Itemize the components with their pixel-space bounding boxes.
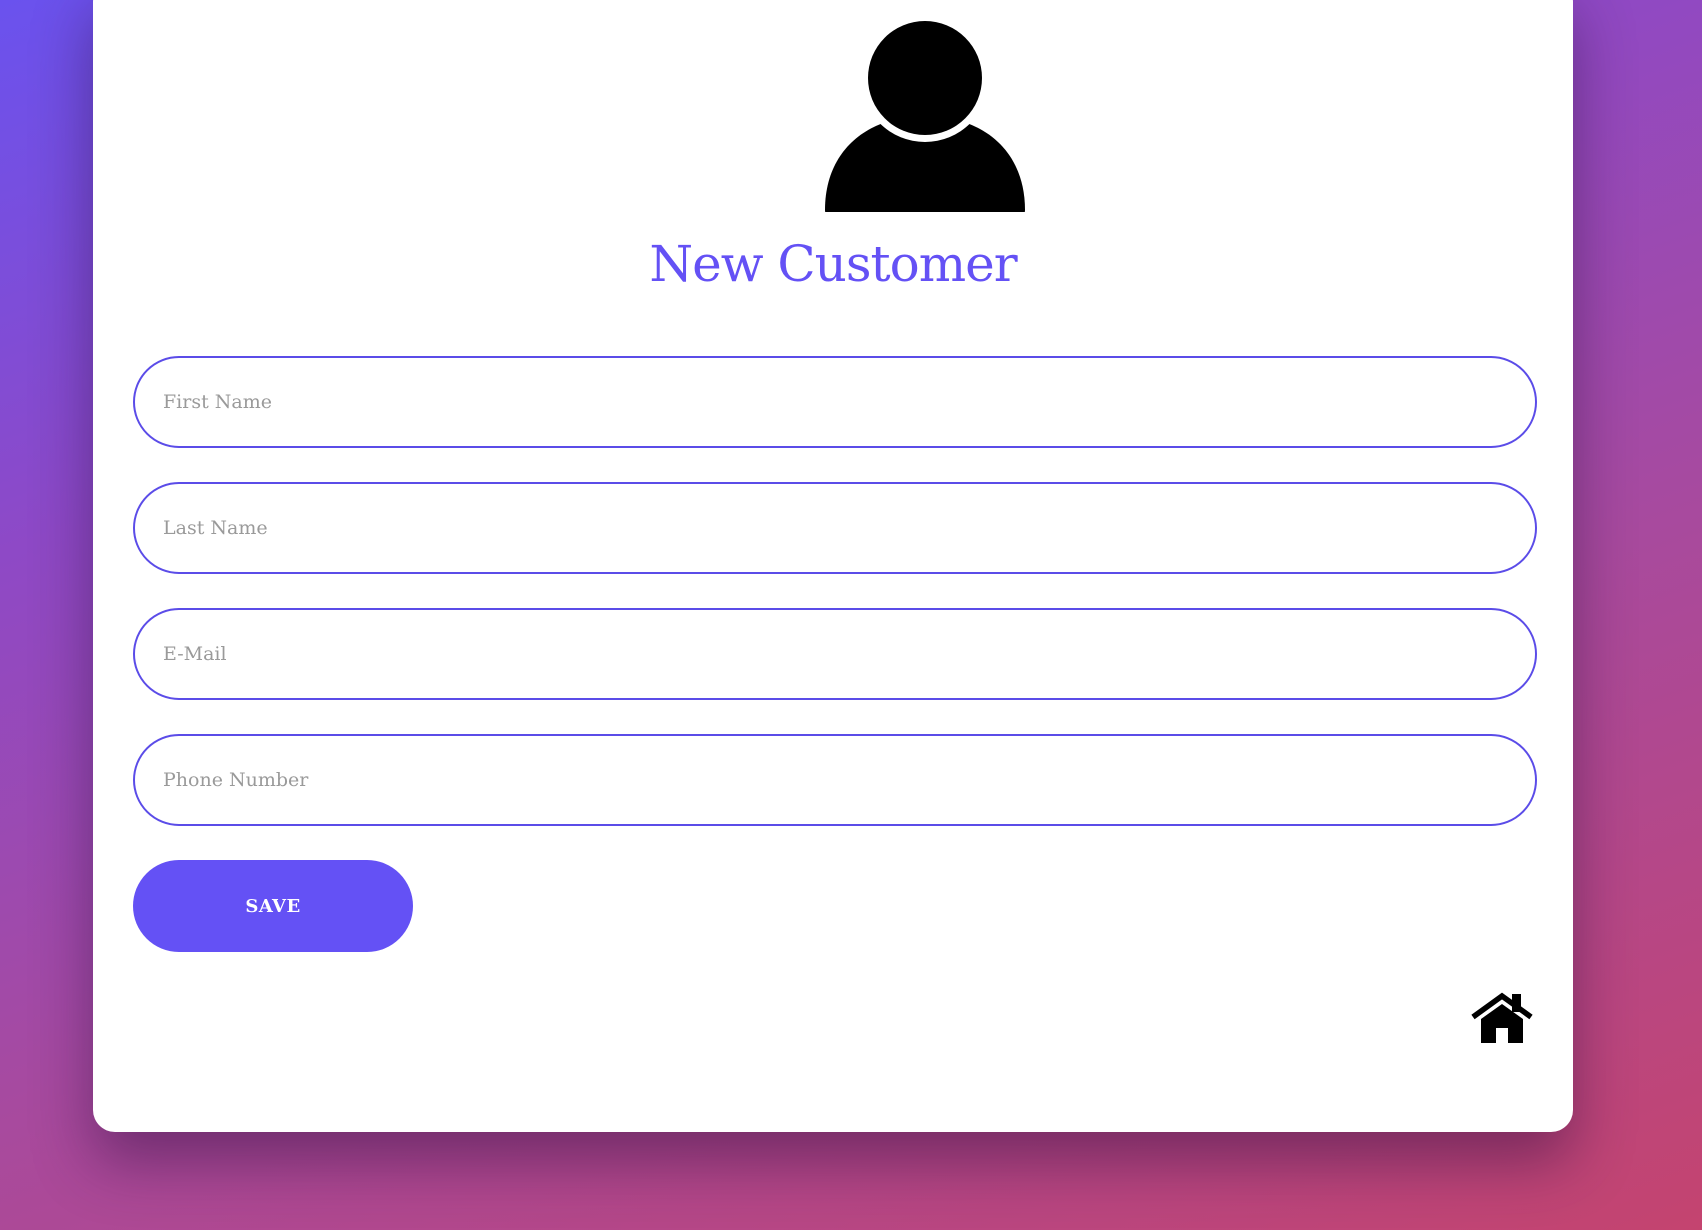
save-button[interactable]: SAVE xyxy=(133,860,413,952)
last-name-input[interactable] xyxy=(133,482,1537,574)
customer-form-card: New Customer SAVE xyxy=(93,0,1573,1132)
first-name-input[interactable] xyxy=(133,356,1537,448)
page-title: New Customer xyxy=(649,235,1017,293)
phone-number-input[interactable] xyxy=(133,734,1537,826)
email-input[interactable] xyxy=(133,608,1537,700)
home-icon[interactable] xyxy=(1471,992,1533,1044)
user-icon xyxy=(823,20,1027,212)
